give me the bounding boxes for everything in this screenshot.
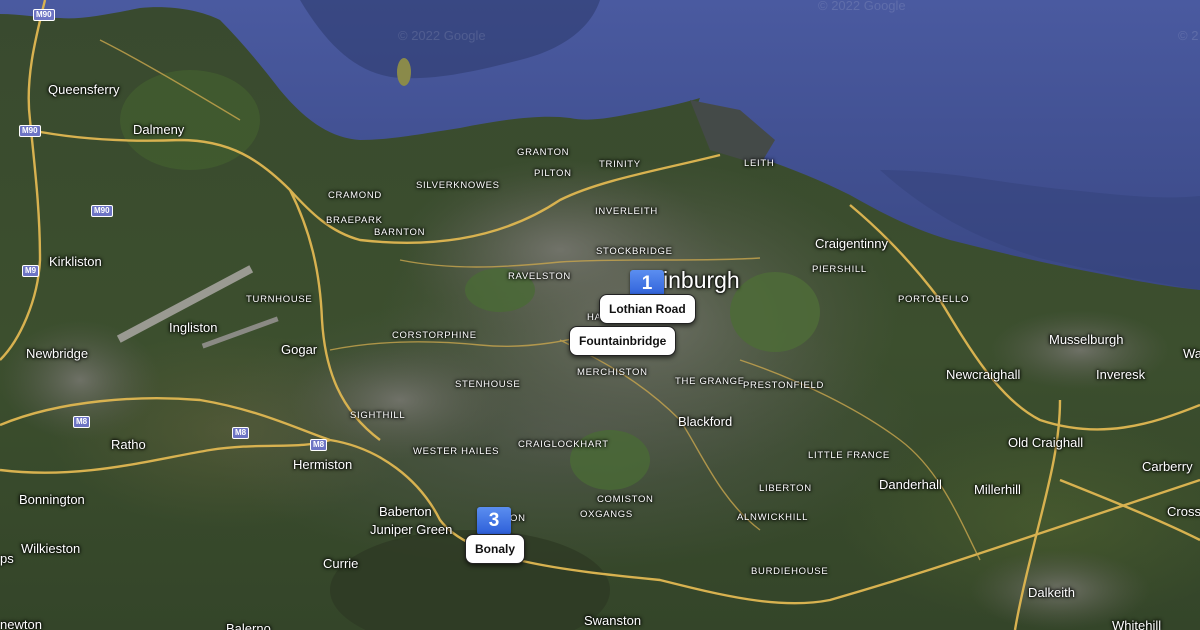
road-shield-m90: M90	[19, 125, 41, 137]
cramond-island	[397, 58, 411, 86]
road-shield-m9: M9	[22, 265, 40, 277]
map-attribution: © 2022 Google	[818, 0, 906, 13]
road-shield-m8: M8	[232, 427, 250, 439]
marker-callout-bonaly[interactable]: Bonaly	[465, 534, 526, 564]
road-shield-m8: M8	[310, 439, 328, 451]
road-shield-m90: M90	[91, 205, 113, 217]
road-shield-m90: M90	[33, 9, 55, 21]
marker-callout-lothian-road[interactable]: Lothian Road	[599, 294, 696, 324]
holyrood-park	[730, 272, 820, 352]
map-attribution: © 2	[1178, 28, 1199, 43]
road-shield-m8: M8	[73, 416, 91, 428]
marker-callout-fountainbridge[interactable]: Fountainbridge	[569, 326, 677, 356]
map-attribution: © 2022 Google	[398, 28, 486, 43]
map-canvas[interactable]: © 2022 Google © 2022 Google © 2 inburgh …	[0, 0, 1200, 630]
airport-runway	[116, 265, 254, 343]
map-marker-3[interactable]: 3	[477, 507, 511, 535]
